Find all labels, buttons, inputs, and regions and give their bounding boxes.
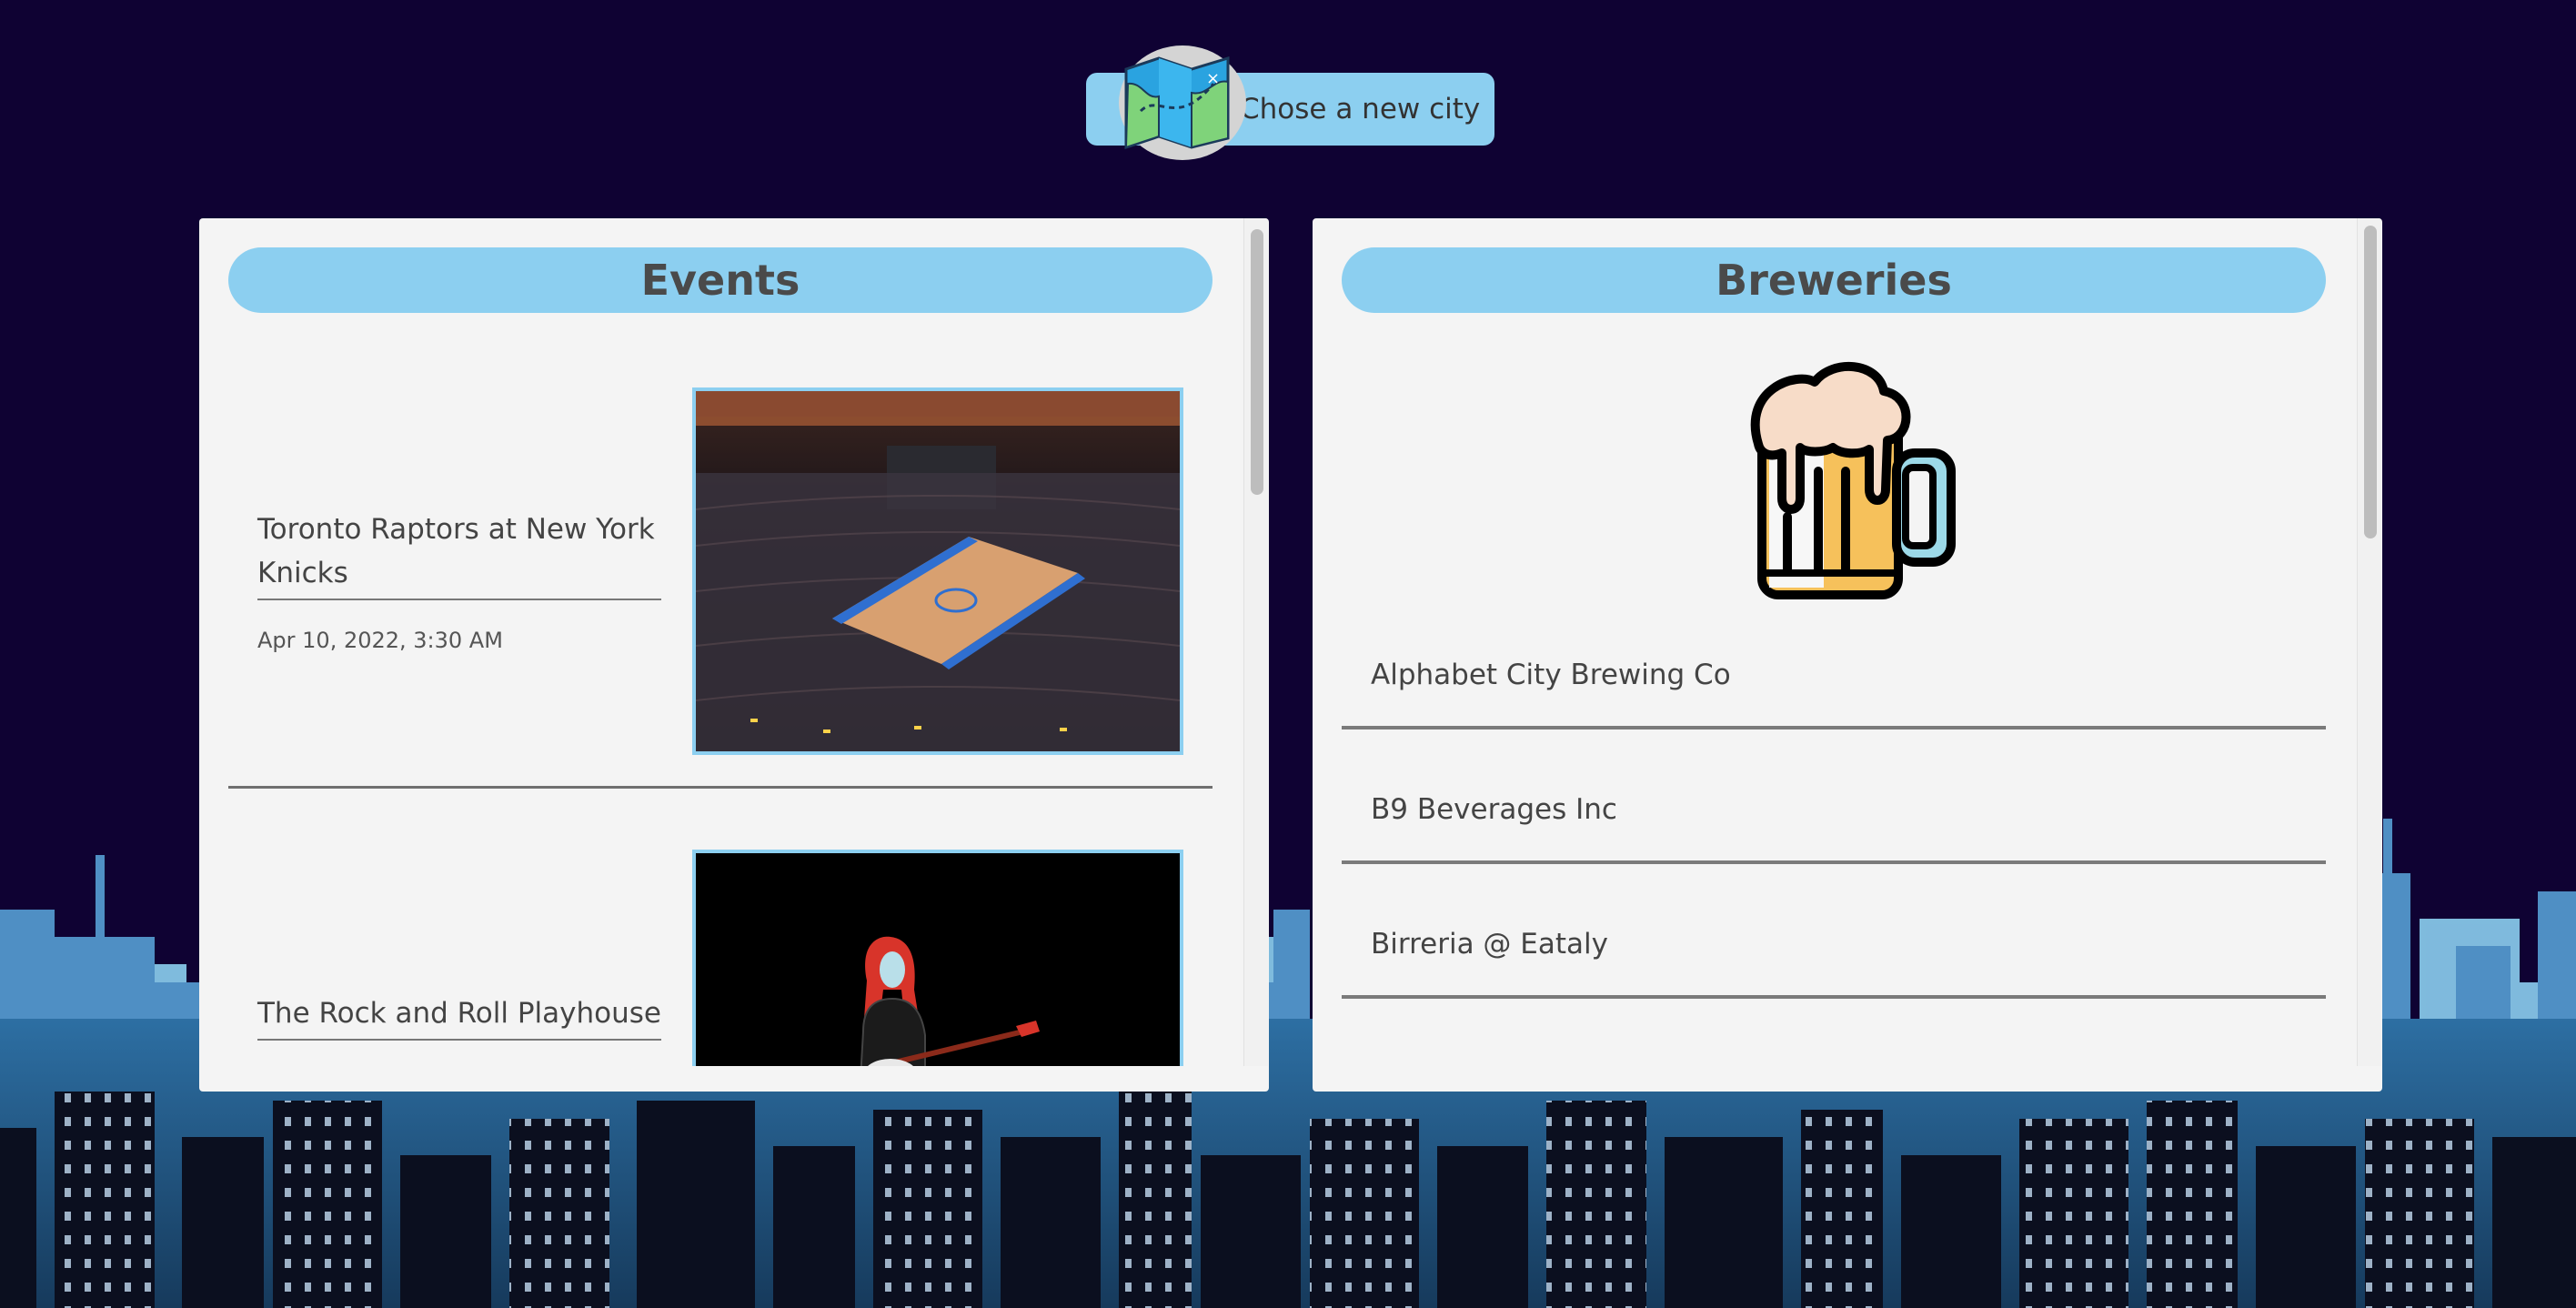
- brewery-list-item[interactable]: Alphabet City Brewing Co: [1342, 642, 2326, 729]
- events-scrollbar[interactable]: [1243, 218, 1268, 1066]
- breweries-scrollbar[interactable]: [2357, 218, 2381, 1066]
- brewery-divider: [1342, 726, 2326, 729]
- events-scroll-area[interactable]: Events Toronto Raptors at New York Knick…: [199, 218, 1269, 1066]
- brewery-divider: [1342, 860, 2326, 864]
- event-image-arena[interactable]: [692, 387, 1183, 755]
- brewery-name[interactable]: Birreria @ Eataly: [1371, 928, 1608, 961]
- brewery-list-item[interactable]: Birreria @ Eataly: [1342, 911, 2326, 999]
- choose-city-label: Chose a new city: [1240, 93, 1481, 126]
- event-title[interactable]: The Rock and Roll Playhouse: [257, 991, 661, 1041]
- svg-text:×: ×: [1206, 69, 1220, 88]
- beer-mug-icon: [1750, 361, 1956, 599]
- event-title[interactable]: Toronto Raptors at New York Knicks: [257, 508, 661, 600]
- map-icon[interactable]: ×: [1122, 56, 1232, 149]
- breweries-header: Breweries: [1342, 247, 2326, 313]
- events-scrollbar-thumb[interactable]: [1251, 229, 1263, 495]
- breweries-scrollbar-thumb[interactable]: [2364, 226, 2377, 538]
- event-divider: [228, 786, 1213, 789]
- breweries-panel: Breweries Alphabet City Brewing Co B9 Be…: [1313, 218, 2382, 1092]
- brewery-name[interactable]: B9 Beverages Inc: [1371, 793, 1617, 826]
- brewery-name[interactable]: Alphabet City Brewing Co: [1371, 659, 1731, 691]
- events-panel: Events Toronto Raptors at New York Knick…: [199, 218, 1269, 1092]
- brewery-divider: [1342, 995, 2326, 999]
- event-image-rocker[interactable]: [692, 850, 1183, 1066]
- brewery-list-item[interactable]: B9 Beverages Inc: [1342, 777, 2326, 864]
- events-header: Events: [228, 247, 1213, 313]
- event-date: Apr 10, 2022, 3:30 AM: [257, 628, 503, 653]
- breweries-scroll-area[interactable]: Breweries Alphabet City Brewing Co B9 Be…: [1313, 218, 2382, 1066]
